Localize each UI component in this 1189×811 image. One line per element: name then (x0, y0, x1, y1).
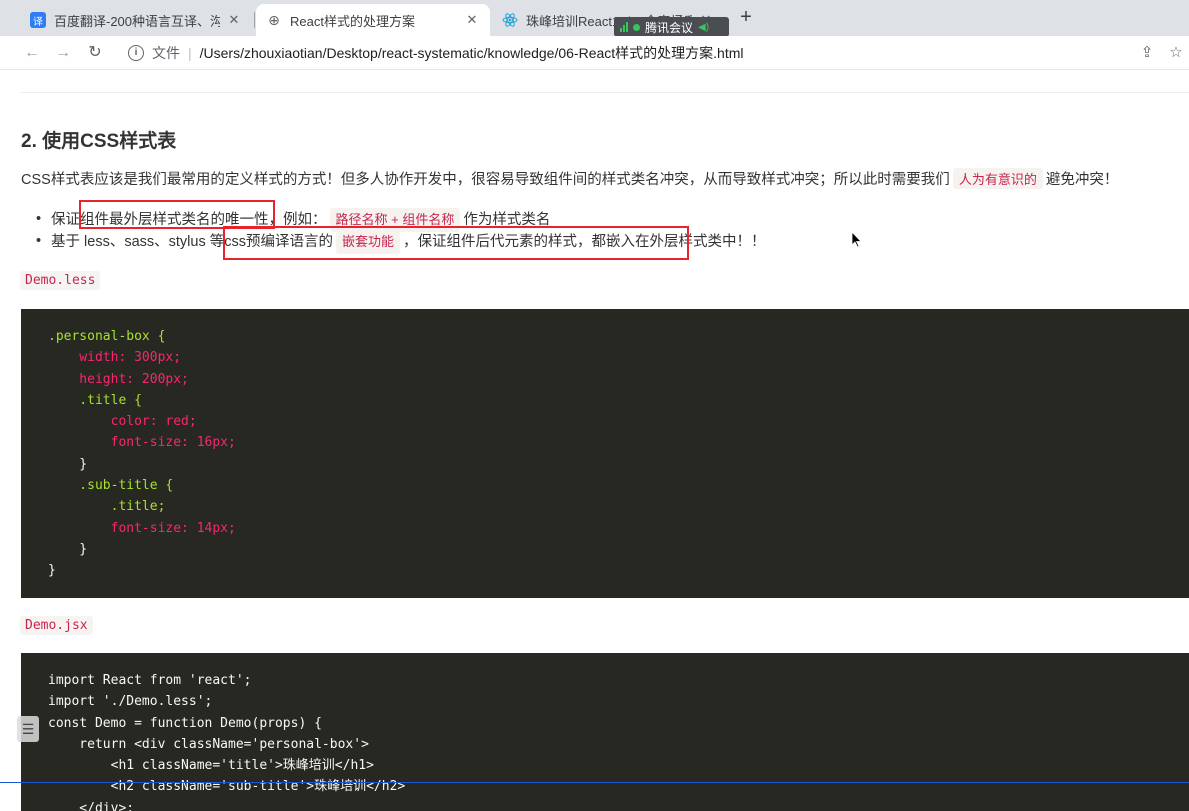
speaker-icon: ◀) (698, 21, 710, 33)
signal-icon (620, 22, 628, 32)
recording-dot-icon (633, 23, 640, 31)
code-line: import React from 'react'; (48, 673, 252, 688)
code-line: font-size: 16px; (48, 435, 236, 451)
section-heading: 2. 使用CSS样式表 (21, 131, 177, 152)
code-line: .personal-box { (48, 329, 166, 344)
page-content: 2. 使用CSS样式表 CSS样式表应该是我们最常用的定义样式的方式！但多人协作… (0, 70, 1189, 811)
reload-icon[interactable]: ↻ (84, 42, 106, 64)
tab-title: 百度翻译-200种语言互译、沟通 (54, 13, 220, 29)
code-line: color: red; (48, 414, 197, 430)
code-line: font-size: 14px; (48, 520, 236, 536)
code-block-less: .personal-box { width: 300px; height: 20… (21, 309, 1189, 598)
code-line: </div>; (48, 800, 135, 811)
progress-line (0, 782, 1189, 783)
code-line: <h1 className='title'>珠峰培训</h1> (48, 758, 374, 774)
code-block-jsx: import React from 'react'; import './Dem… (21, 653, 1189, 811)
code-filename: Demo.less (20, 271, 101, 290)
address-bar[interactable]: i 文件 | /Users/zhouxiaotian/Desktop/react… (118, 40, 1128, 66)
tencent-meeting-overlay[interactable]: 腾讯会议 ◀) (614, 17, 729, 37)
highlight-box (223, 226, 689, 260)
intro-paragraph: CSS样式表应该是我们最常用的定义样式的方式！但多人协作开发中，很容易导致组件间… (21, 168, 1118, 189)
new-tab-button[interactable]: + (736, 7, 756, 28)
code-line: const Demo = function Demo(props) { (48, 715, 322, 731)
code-line: .sub-title { (48, 478, 174, 494)
forward-icon[interactable]: → (52, 42, 74, 64)
address-divider: | (188, 45, 192, 61)
meeting-label: 腾讯会议 (645, 20, 694, 35)
browser-toolbar: ← → ↻ i 文件 | /Users/zhouxiaotian/Desktop… (0, 36, 1189, 70)
address-url: /Users/zhouxiaotian/Desktop/react-system… (199, 45, 744, 61)
toc-icon[interactable]: ☰ (17, 716, 39, 742)
bookmark-star-icon[interactable]: ☆ (1166, 43, 1186, 63)
tab-title: React样式的处理方案 (290, 13, 415, 29)
code-line: height: 200px; (48, 371, 189, 387)
code-line: } (48, 541, 88, 557)
highlight-box (79, 200, 275, 229)
tab-separator (254, 12, 255, 28)
code-line: .title; (48, 499, 166, 515)
code-line: } (48, 563, 56, 579)
para-text: 避免冲突！ (1045, 172, 1119, 188)
tab-react-styles[interactable]: ⊕ React样式的处理方案 ✕ (256, 4, 490, 36)
code-line: import './Demo.less'; (48, 694, 213, 710)
address-prefix: 文件 (152, 45, 180, 61)
react-icon (502, 12, 518, 28)
tab-baidu-translate[interactable]: 译 百度翻译-200种语言互译、沟通 ✕ (20, 4, 252, 36)
code-content: import React from 'react'; import './Dem… (21, 653, 1189, 811)
inline-code: 人为有意识的 (952, 168, 1043, 189)
list-text: 保证 (51, 212, 80, 228)
baidu-translate-icon: 译 (30, 12, 46, 28)
code-filename: Demo.jsx (20, 616, 93, 635)
tab-strip: 译 百度翻译-200种语言互译、沟通 ✕ ⊕ React样式的处理方案 ✕ 珠峰… (0, 0, 1189, 37)
code-line: width: 300px; (48, 350, 182, 366)
info-icon[interactable]: i (128, 45, 144, 61)
code-line: .title { (48, 392, 142, 408)
list-text: 基于 less、sass、stylus 等 (51, 234, 225, 250)
code-line: } (48, 456, 88, 472)
close-icon[interactable]: ✕ (226, 12, 242, 28)
divider (20, 92, 1189, 93)
code-line: return <div className='personal-box'> (48, 736, 369, 752)
share-icon[interactable]: ⇪ (1137, 43, 1157, 63)
para-text: CSS样式表应该是我们最常用的定义样式的方式！但多人协作开发中，很容易导致组件间… (21, 172, 950, 188)
back-icon[interactable]: ← (21, 42, 43, 64)
close-icon[interactable]: ✕ (464, 12, 480, 28)
mouse-cursor-icon (852, 232, 862, 248)
globe-icon: ⊕ (266, 12, 282, 28)
code-content: .personal-box { width: 300px; height: 20… (21, 309, 1189, 582)
